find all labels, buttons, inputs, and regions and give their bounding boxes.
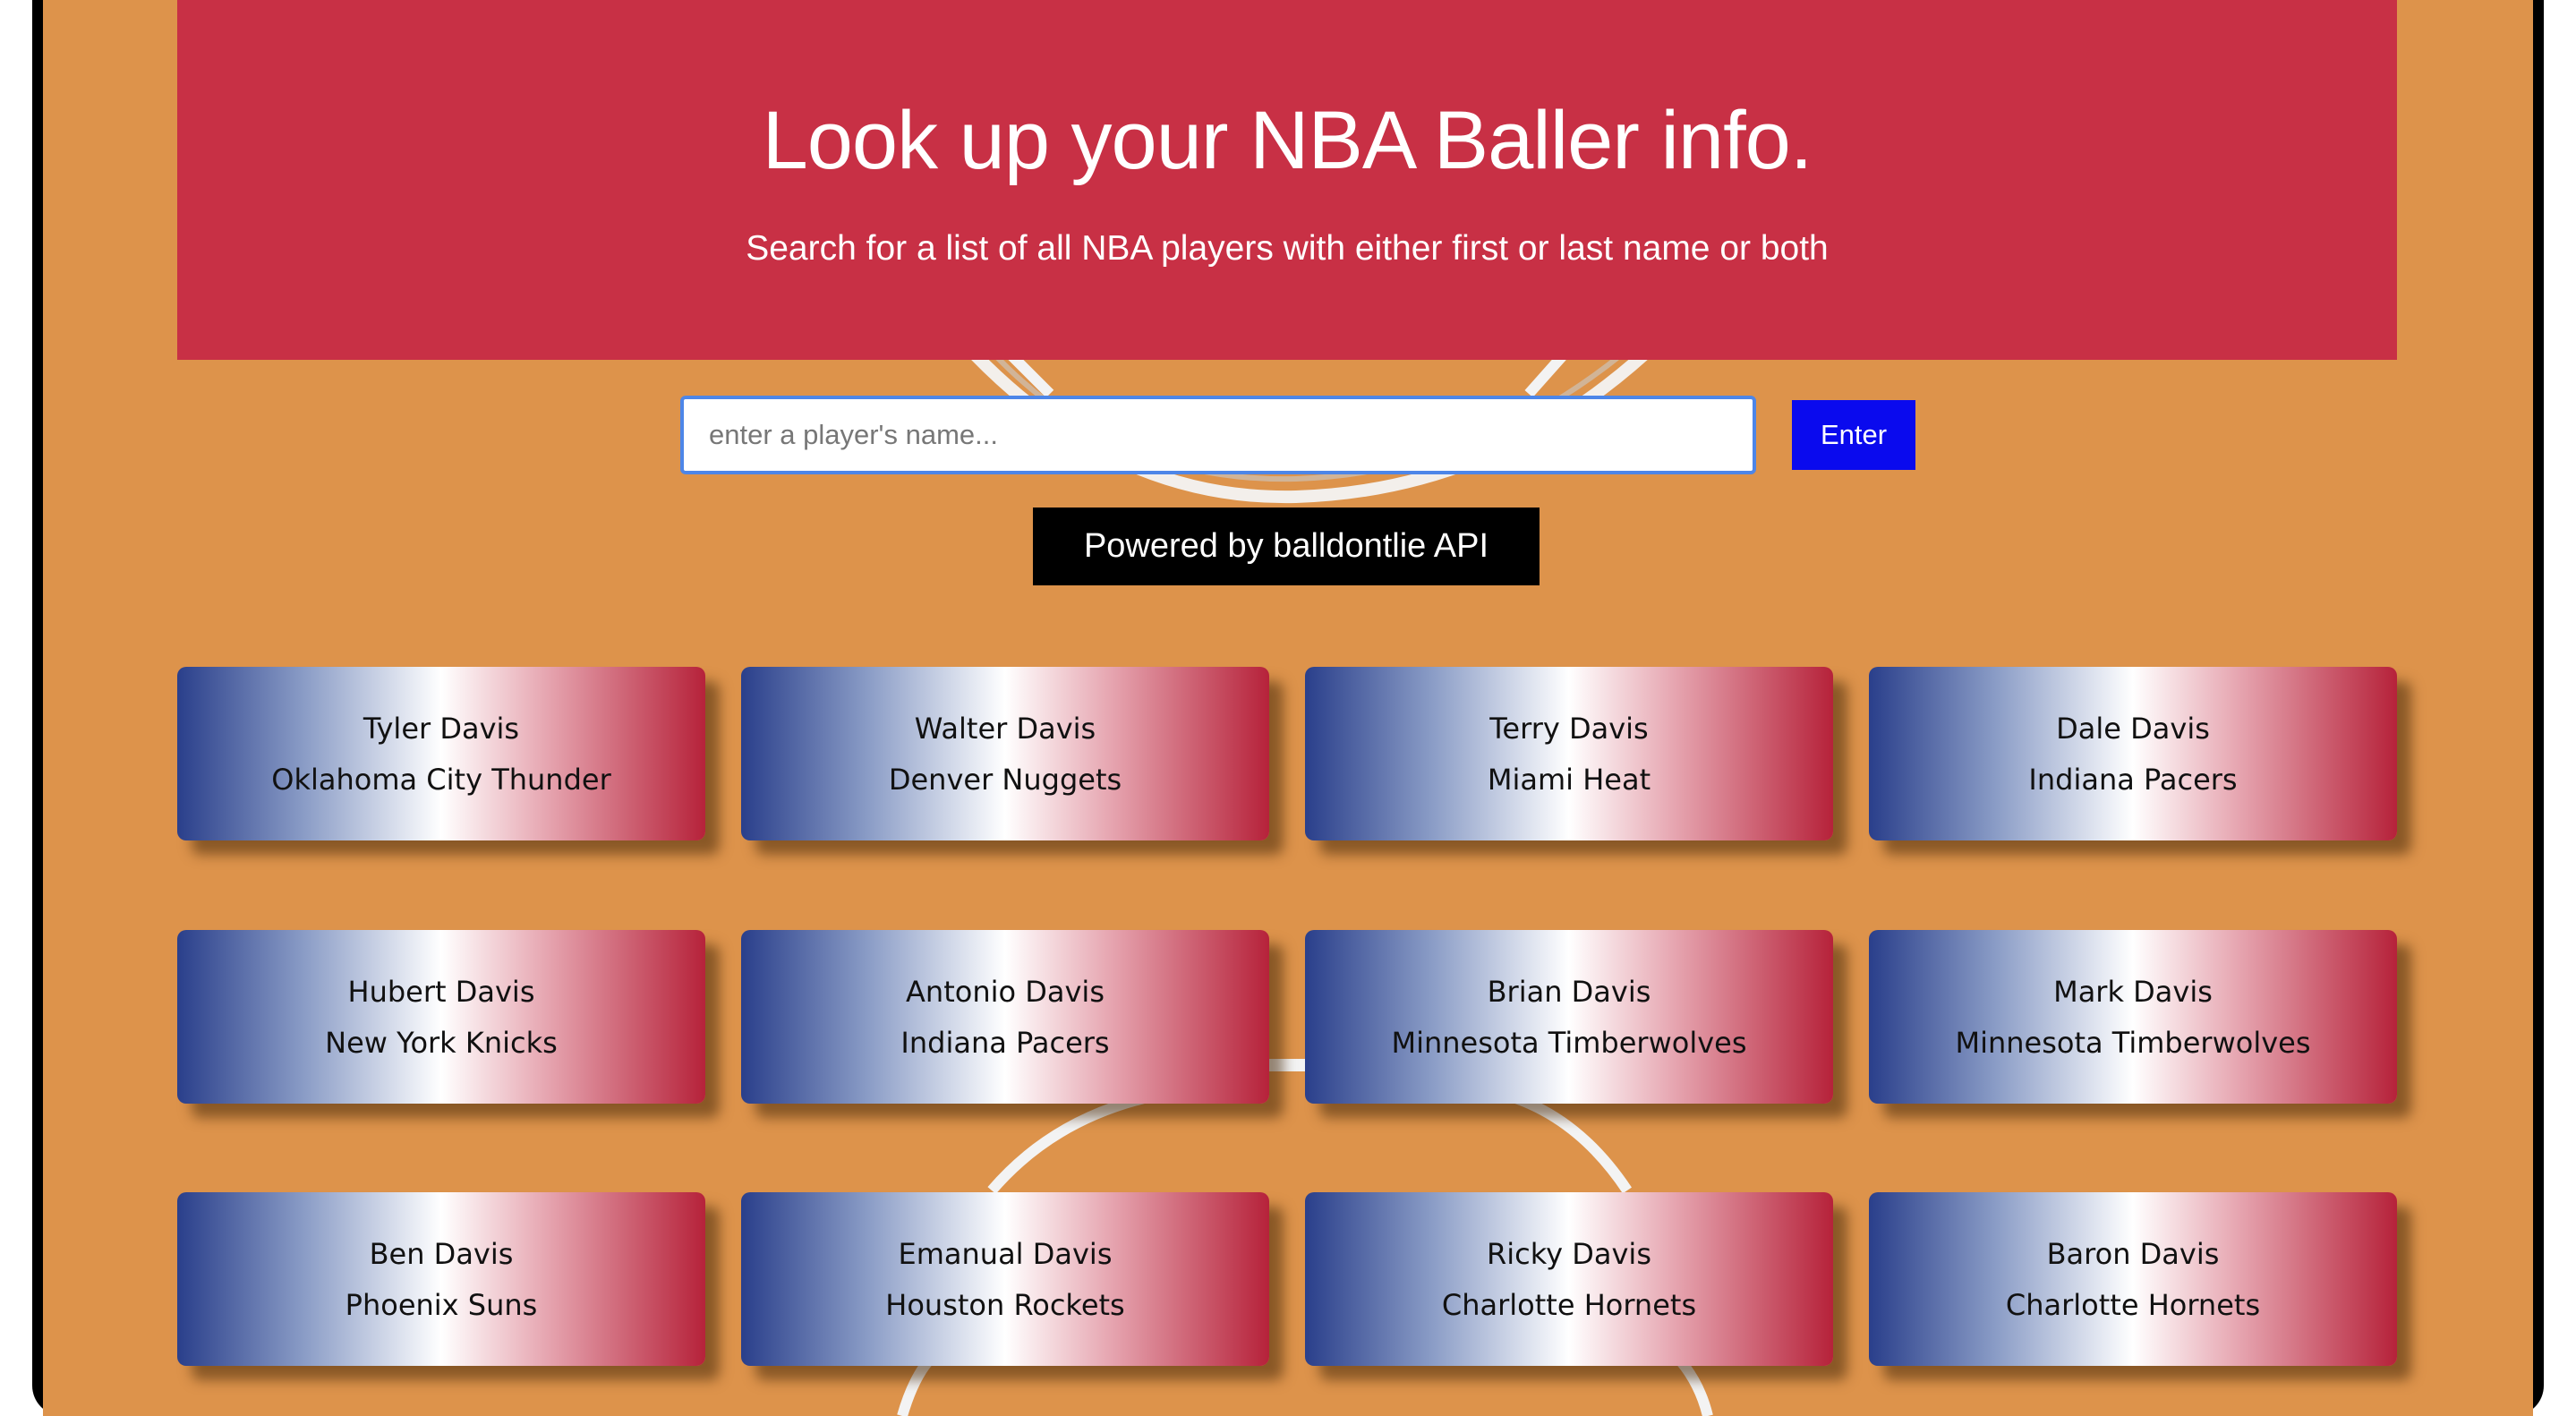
player-name: Terry Davis [1489, 712, 1649, 746]
player-team: Charlotte Hornets [2005, 1288, 2261, 1322]
player-card[interactable]: Emanual Davis Houston Rockets [741, 1192, 1269, 1366]
player-name: Walter Davis [914, 712, 1096, 746]
player-team: Denver Nuggets [888, 763, 1122, 797]
powered-by-badge: Powered by balldontlie API [1033, 508, 1540, 585]
player-card[interactable]: Walter Davis Denver Nuggets [741, 667, 1269, 840]
page-title: Look up your NBA Baller info. [762, 95, 1813, 186]
basketball-court-background: Look up your NBA Baller info. Search for… [43, 0, 2533, 1416]
player-team: Indiana Pacers [900, 1026, 1110, 1060]
player-card[interactable]: Mark Davis Minnesota Timberwolves [1869, 930, 2397, 1104]
player-team: Oklahoma City Thunder [271, 763, 611, 797]
player-team: Minnesota Timberwolves [1391, 1026, 1747, 1060]
player-team: Indiana Pacers [2028, 763, 2238, 797]
player-team: Minnesota Timberwolves [1955, 1026, 2311, 1060]
player-name: Hubert Davis [347, 975, 535, 1009]
player-name: Ben Davis [369, 1237, 514, 1271]
player-card[interactable]: Baron Davis Charlotte Hornets [1869, 1192, 2397, 1366]
player-card[interactable]: Brian Davis Minnesota Timberwolves [1305, 930, 1833, 1104]
player-card[interactable]: Hubert Davis New York Knicks [177, 930, 705, 1104]
player-name: Ricky Davis [1487, 1237, 1651, 1271]
player-name: Dale Davis [2056, 712, 2210, 746]
player-name: Baron Davis [2046, 1237, 2220, 1271]
player-name: Mark Davis [2053, 975, 2213, 1009]
player-team: Charlotte Hornets [1441, 1288, 1697, 1322]
player-card[interactable]: Ben Davis Phoenix Suns [177, 1192, 705, 1366]
player-search-input[interactable] [680, 396, 1756, 474]
player-card[interactable]: Dale Davis Indiana Pacers [1869, 667, 2397, 840]
player-team: Phoenix Suns [345, 1288, 538, 1322]
player-name: Brian Davis [1487, 975, 1651, 1009]
player-team: Miami Heat [1487, 763, 1651, 797]
player-team: Houston Rockets [885, 1288, 1125, 1322]
player-team: New York Knicks [325, 1026, 558, 1060]
player-name: Emanual Davis [898, 1237, 1113, 1271]
player-card[interactable]: Ricky Davis Charlotte Hornets [1305, 1192, 1833, 1366]
player-name: Antonio Davis [906, 975, 1105, 1009]
hero-banner: Look up your NBA Baller info. Search for… [177, 0, 2397, 360]
page-subtitle: Search for a list of all NBA players wit… [746, 229, 1829, 268]
player-card[interactable]: Terry Davis Miami Heat [1305, 667, 1833, 840]
player-card[interactable]: Tyler Davis Oklahoma City Thunder [177, 667, 705, 840]
player-name: Tyler Davis [363, 712, 520, 746]
enter-button[interactable]: Enter [1792, 400, 1915, 470]
player-card[interactable]: Antonio Davis Indiana Pacers [741, 930, 1269, 1104]
